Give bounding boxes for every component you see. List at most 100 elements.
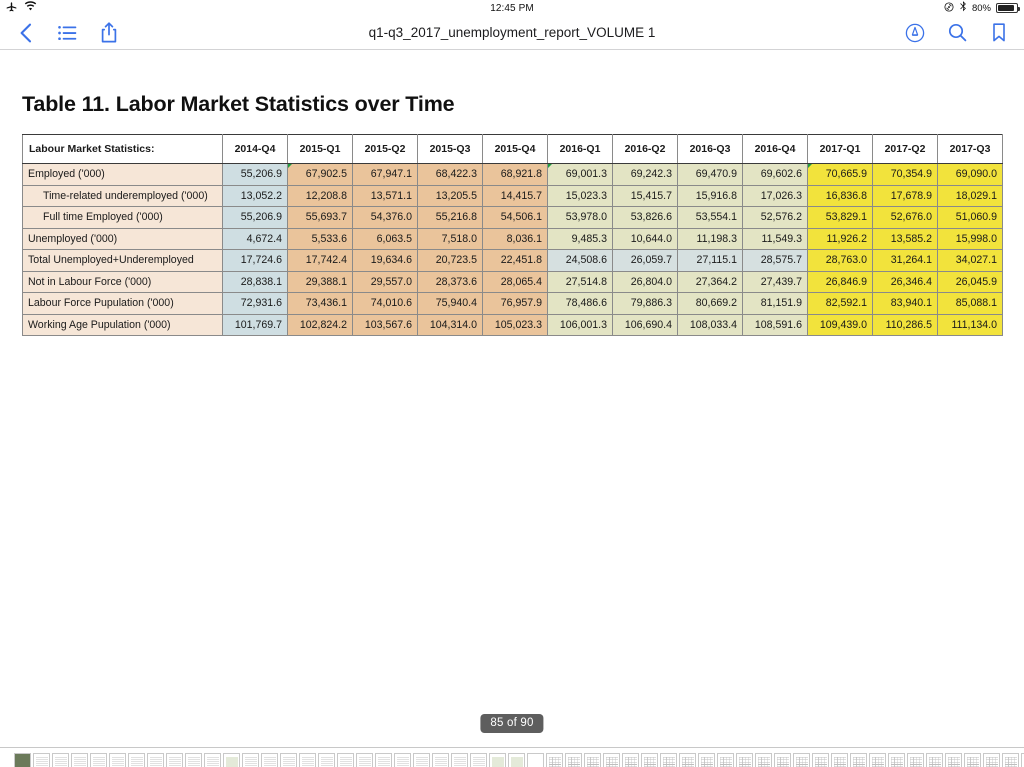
share-icon[interactable] bbox=[98, 22, 120, 44]
page-thumbnail[interactable] bbox=[869, 753, 886, 767]
table-cell: 28,373.6 bbox=[417, 270, 483, 293]
toolbar-left-group bbox=[14, 22, 120, 44]
bookmark-icon[interactable] bbox=[988, 22, 1010, 44]
thumbnail-preview bbox=[890, 756, 903, 767]
page-thumbnail[interactable] bbox=[983, 753, 1000, 767]
page-thumbnail[interactable] bbox=[1002, 753, 1019, 767]
page-thumbnail[interactable] bbox=[223, 753, 240, 767]
table-cell: 70,354.9 bbox=[872, 163, 938, 186]
table-cell: 15,415.7 bbox=[612, 184, 678, 207]
page-thumbnail[interactable] bbox=[964, 753, 981, 767]
search-icon[interactable] bbox=[946, 22, 968, 44]
table-of-contents-icon[interactable] bbox=[56, 22, 78, 44]
page-thumbnail[interactable] bbox=[489, 753, 506, 767]
thumbnail-preview bbox=[530, 757, 542, 767]
page-thumbnail[interactable] bbox=[394, 753, 411, 767]
page-thumbnail[interactable] bbox=[888, 753, 905, 767]
table-cell: 28,575.7 bbox=[742, 249, 808, 272]
page-thumbnail[interactable] bbox=[280, 753, 297, 767]
document-page-area[interactable]: Table 11. Labor Market Statistics over T… bbox=[0, 50, 1024, 747]
table-cell: 55,216.8 bbox=[417, 206, 483, 229]
page-thumbnail[interactable] bbox=[128, 753, 145, 767]
page-thumbnail[interactable] bbox=[185, 753, 202, 767]
page-thumbnail[interactable] bbox=[318, 753, 335, 767]
page-thumbnail[interactable] bbox=[926, 753, 943, 767]
back-chevron-icon[interactable] bbox=[14, 22, 36, 44]
page-thumbnail[interactable] bbox=[147, 753, 164, 767]
page-thumbnail[interactable] bbox=[356, 753, 373, 767]
page-thumbnail[interactable] bbox=[793, 753, 810, 767]
row-label: Time-related underemployed ('000) bbox=[22, 184, 223, 207]
table-cell: 15,998.0 bbox=[937, 227, 1003, 250]
table-cell: 53,829.1 bbox=[807, 206, 873, 229]
page-thumbnail[interactable] bbox=[660, 753, 677, 767]
page-thumbnail[interactable] bbox=[261, 753, 278, 767]
table-cell: 26,846.9 bbox=[807, 270, 873, 293]
page-thumbnail[interactable] bbox=[565, 753, 582, 767]
thumbnail-preview bbox=[396, 756, 409, 767]
page-thumbnail[interactable] bbox=[831, 753, 848, 767]
page-thumbnail[interactable] bbox=[774, 753, 791, 767]
table-cell: 27,514.8 bbox=[547, 270, 613, 293]
page-thumbnail[interactable] bbox=[679, 753, 696, 767]
wifi-icon bbox=[24, 1, 37, 15]
page-thumbnail[interactable] bbox=[546, 753, 563, 767]
page-thumbnail[interactable] bbox=[698, 753, 715, 767]
page-thumbnail[interactable] bbox=[508, 753, 525, 767]
page-thumbnail[interactable] bbox=[584, 753, 601, 767]
thumbnail-preview bbox=[738, 756, 751, 767]
page-thumbnail[interactable] bbox=[755, 753, 772, 767]
page-thumbnail[interactable] bbox=[641, 753, 658, 767]
table-cell: 4,672.4 bbox=[222, 227, 288, 250]
table-cell: 70,665.9 bbox=[807, 163, 873, 186]
page-thumbnail[interactable] bbox=[622, 753, 639, 767]
page-thumbnail[interactable] bbox=[945, 753, 962, 767]
table-cell: 79,886.3 bbox=[612, 292, 678, 315]
column-header-2015-q2: 2015-Q2 bbox=[352, 134, 418, 164]
page-thumbnail[interactable] bbox=[451, 753, 468, 767]
table-cell: 83,940.1 bbox=[872, 292, 938, 315]
page-thumbnail-strip[interactable] bbox=[0, 747, 1024, 767]
page-thumbnail[interactable] bbox=[299, 753, 316, 767]
labor-market-statistics-table: Labour Market Statistics: 2014-Q4 2015-Q1 2… bbox=[22, 134, 1003, 336]
table-cell: 110,286.5 bbox=[872, 313, 938, 336]
page-thumbnail[interactable] bbox=[603, 753, 620, 767]
page-indicator: 85 of 90 bbox=[480, 714, 544, 733]
page-thumbnail[interactable] bbox=[907, 753, 924, 767]
thumbnail-preview bbox=[187, 756, 200, 767]
page-thumbnail[interactable] bbox=[337, 753, 354, 767]
thumbnail-preview bbox=[795, 756, 808, 767]
page-thumbnail[interactable] bbox=[14, 753, 31, 767]
page-thumbnail[interactable] bbox=[204, 753, 221, 767]
page-thumbnail[interactable] bbox=[413, 753, 430, 767]
table-cell: 103,567.6 bbox=[352, 313, 418, 336]
table-cell: 106,690.4 bbox=[612, 313, 678, 336]
page-thumbnail[interactable] bbox=[527, 753, 544, 767]
table-cell: 73,436.1 bbox=[287, 292, 353, 315]
page-thumbnail[interactable] bbox=[717, 753, 734, 767]
thumbnail-preview bbox=[73, 756, 86, 767]
airplane-mode-icon bbox=[6, 1, 17, 15]
table-cell: 75,940.4 bbox=[417, 292, 483, 315]
annotate-pen-icon[interactable] bbox=[904, 22, 926, 44]
page-thumbnail[interactable] bbox=[166, 753, 183, 767]
page-thumbnail[interactable] bbox=[736, 753, 753, 767]
page-thumbnail[interactable] bbox=[71, 753, 88, 767]
table-cell: 69,090.0 bbox=[937, 163, 1003, 186]
table-cell: 7,518.0 bbox=[417, 227, 483, 250]
thumbnail-preview bbox=[472, 756, 485, 767]
column-header-2017-q2: 2017-Q2 bbox=[872, 134, 938, 164]
page-thumbnail[interactable] bbox=[812, 753, 829, 767]
page-thumbnail[interactable] bbox=[850, 753, 867, 767]
page-thumbnail[interactable] bbox=[33, 753, 50, 767]
row-label: Unemployed ('000) bbox=[22, 227, 223, 250]
page-thumbnail[interactable] bbox=[242, 753, 259, 767]
page-thumbnail[interactable] bbox=[90, 753, 107, 767]
table-cell: 72,931.6 bbox=[222, 292, 288, 315]
page-thumbnail[interactable] bbox=[470, 753, 487, 767]
page-thumbnail[interactable] bbox=[109, 753, 126, 767]
table-cell: 85,088.1 bbox=[937, 292, 1003, 315]
page-thumbnail[interactable] bbox=[52, 753, 69, 767]
page-thumbnail[interactable] bbox=[375, 753, 392, 767]
page-thumbnail[interactable] bbox=[432, 753, 449, 767]
